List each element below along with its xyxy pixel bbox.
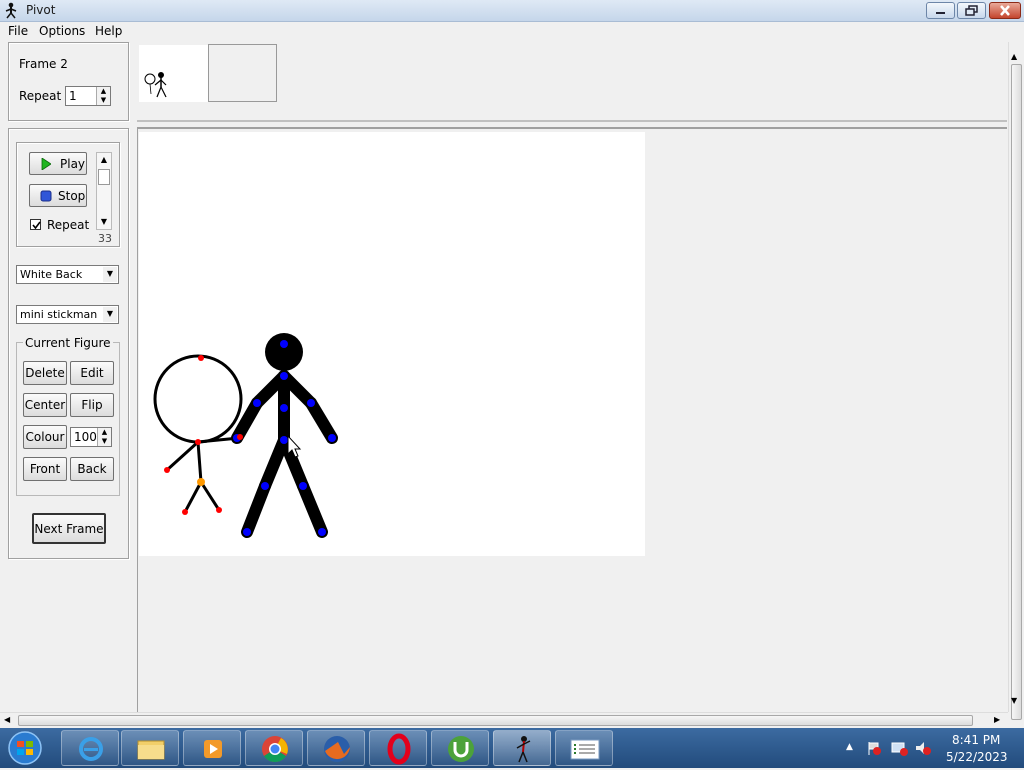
- vertical-scrollbar[interactable]: ▲ ▼: [1008, 42, 1024, 720]
- spin-up-icon[interactable]: ▲: [97, 87, 110, 96]
- scroll-down-icon[interactable]: ▼: [97, 215, 111, 229]
- figure-select-value: mini stickman: [20, 308, 98, 321]
- figures-layer: [153, 333, 338, 538]
- restore-button[interactable]: [957, 2, 986, 19]
- scroll-left-icon[interactable]: ◀: [4, 715, 10, 724]
- chevron-down-icon: ▼: [103, 307, 117, 322]
- repeat-spinner[interactable]: 1 ▲ ▼: [65, 86, 111, 106]
- frame-label: Frame 2: [19, 57, 68, 71]
- frame-thumbnail-2[interactable]: [208, 44, 277, 102]
- taskbar-chrome[interactable]: [245, 730, 303, 766]
- speed-slider[interactable]: ▲ ▼: [96, 152, 112, 230]
- back-button[interactable]: Back: [70, 457, 114, 481]
- current-figure-title: Current Figure: [23, 336, 113, 350]
- scroll-up-icon[interactable]: ▲: [1011, 52, 1017, 61]
- title-bar: Pivot: [0, 0, 1024, 22]
- chevron-down-icon: ▼: [103, 267, 117, 282]
- minimize-button[interactable]: [926, 2, 955, 19]
- start-orb-icon: [8, 731, 42, 765]
- edit-button[interactable]: Edit: [70, 361, 114, 385]
- close-button[interactable]: [989, 2, 1021, 19]
- main-stickman-figure[interactable]: [231, 333, 338, 538]
- repeat-value: 1: [69, 89, 77, 103]
- taskbar: ▲: [0, 728, 1024, 768]
- menu-options[interactable]: Options: [39, 24, 85, 38]
- chrome-icon: [262, 736, 288, 763]
- spin-up-icon[interactable]: ▲: [98, 428, 111, 437]
- colour-spinner[interactable]: 100 ▲ ▼: [70, 427, 112, 447]
- stickman-thumbnail-icon: [144, 72, 167, 98]
- frame-panel: Frame 2 Repeat : 1 ▲ ▼: [8, 42, 129, 121]
- figure-select[interactable]: mini stickman ▼: [16, 305, 119, 324]
- play-button[interactable]: Play: [29, 152, 87, 175]
- front-button[interactable]: Front: [23, 457, 67, 481]
- taskbar-pivot[interactable]: [493, 730, 551, 766]
- close-icon: [1000, 5, 1010, 16]
- colour-button[interactable]: Colour: [23, 425, 67, 449]
- media-player-icon: [204, 740, 222, 758]
- mini-stickman-figure[interactable]: [153, 354, 243, 515]
- scroll-right-icon[interactable]: ▶: [994, 715, 1000, 724]
- spin-down-icon[interactable]: ▼: [98, 437, 111, 446]
- center-button[interactable]: Center: [23, 393, 67, 417]
- network-icon[interactable]: [890, 740, 908, 756]
- scroll-down-icon[interactable]: ▼: [1011, 696, 1017, 705]
- taskbar-notepad[interactable]: [555, 730, 613, 766]
- window-title: Pivot: [26, 3, 56, 17]
- animation-canvas[interactable]: [139, 132, 645, 556]
- stop-button[interactable]: Stop: [29, 184, 87, 207]
- horizontal-scrollbar[interactable]: ◀ ▶: [0, 712, 1008, 728]
- scroll-up-icon[interactable]: ▲: [97, 153, 111, 167]
- volume-icon[interactable]: [914, 740, 932, 756]
- start-button[interactable]: [6, 730, 44, 766]
- taskbar-file-explorer[interactable]: [121, 730, 179, 766]
- firefox-icon: [324, 736, 350, 762]
- repeat-checkbox[interactable]: [30, 219, 41, 230]
- background-select[interactable]: White Back ▼: [16, 265, 119, 284]
- play-icon: [41, 158, 51, 170]
- current-figure-group: Current Figure Delete Edit Center Flip C…: [16, 336, 120, 496]
- stop-label: Stop: [58, 189, 86, 203]
- horizontal-scroll-thumb[interactable]: [18, 715, 973, 726]
- frame-timeline: [137, 42, 1007, 122]
- internet-explorer-icon: [79, 737, 103, 761]
- checkmark-icon: [32, 221, 41, 230]
- frame-thumbnail-1[interactable]: [139, 45, 208, 102]
- vertical-scroll-thumb[interactable]: [1011, 64, 1022, 720]
- stop-icon: [40, 190, 52, 202]
- colour-value: 100: [74, 430, 97, 444]
- menu-bar: File Options Help: [0, 22, 1024, 42]
- menu-file[interactable]: File: [8, 24, 28, 38]
- play-label: Play: [60, 157, 86, 171]
- minimize-icon: [936, 12, 945, 14]
- taskbar-utorrent[interactable]: [431, 730, 489, 766]
- menu-help[interactable]: Help: [95, 24, 122, 38]
- taskbar-media-player[interactable]: [183, 730, 241, 766]
- next-frame-button[interactable]: Next Frame: [32, 513, 106, 544]
- taskbar-opera[interactable]: [369, 730, 427, 766]
- repeat-checkbox-label: Repeat: [47, 218, 90, 232]
- notepad-icon: [570, 739, 600, 760]
- background-select-value: White Back: [20, 268, 83, 281]
- clock-date[interactable]: 5/22/2023: [946, 750, 1008, 764]
- delete-button[interactable]: Delete: [23, 361, 67, 385]
- pivot-app-icon: [5, 2, 17, 19]
- restore-icon: [965, 5, 978, 16]
- action-center-flag-icon[interactable]: [866, 740, 882, 756]
- tray-expand-icon[interactable]: ▲: [846, 742, 853, 752]
- file-explorer-icon: [137, 740, 165, 760]
- speed-value: 33: [98, 232, 112, 245]
- taskbar-firefox[interactable]: [307, 730, 365, 766]
- flip-button[interactable]: Flip: [70, 393, 114, 417]
- speed-slider-thumb[interactable]: [98, 169, 110, 185]
- opera-icon: [387, 733, 411, 765]
- spin-down-icon[interactable]: ▼: [97, 96, 110, 105]
- taskbar-internet-explorer[interactable]: [61, 730, 119, 766]
- clock-time[interactable]: 8:41 PM: [952, 733, 1000, 747]
- pivot-icon: [516, 736, 531, 763]
- repeat-label: Repeat :: [19, 89, 70, 103]
- utorrent-icon: [448, 736, 474, 762]
- playback-panel: Play Stop Repeat ▲ ▼ 33: [16, 142, 120, 247]
